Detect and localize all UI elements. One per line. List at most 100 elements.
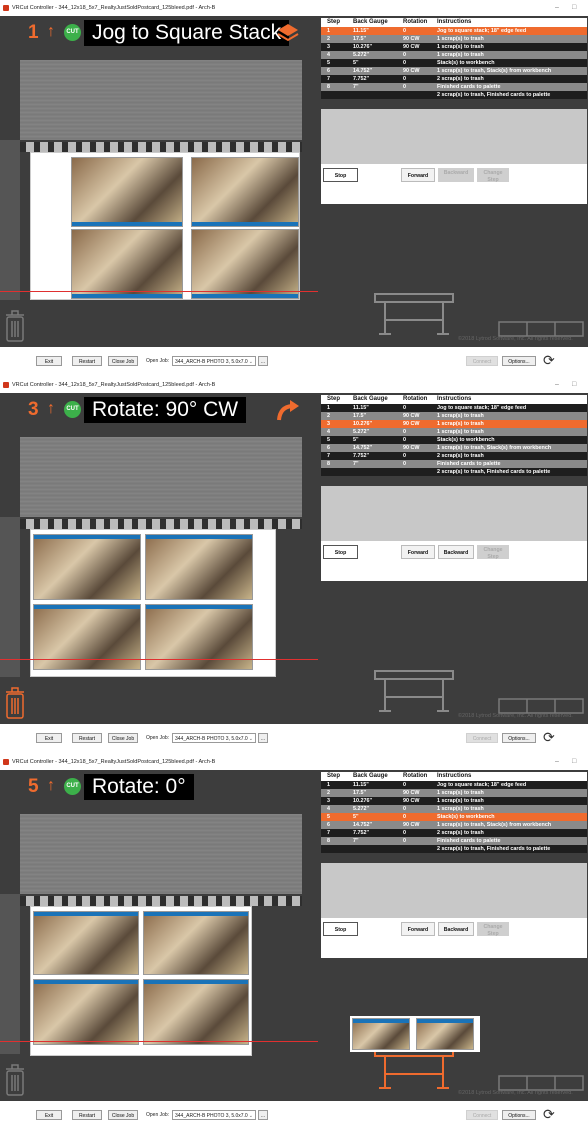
close-job-button[interactable]: Close Job <box>108 733 138 743</box>
stop-button[interactable]: Stop <box>323 545 358 559</box>
table-row[interactable]: 4 5.272" 0 1 scrap(s) to trash <box>321 805 587 813</box>
restart-button[interactable]: Restart <box>72 733 102 743</box>
stop-button[interactable]: Stop <box>323 922 358 936</box>
col-instructions: Instructions <box>437 19 472 25</box>
row-step: 1 <box>327 405 330 411</box>
table-row[interactable]: 5 5" 0 Stack(s) to workbench <box>321 59 587 67</box>
table-row[interactable]: 4 5.272" 0 1 scrap(s) to trash <box>321 428 587 436</box>
col-back-gauge: Back Gauge <box>353 396 388 402</box>
postcard-photo <box>145 604 253 670</box>
exit-button[interactable]: Exit <box>36 1110 62 1120</box>
open-job-select[interactable]: 344_ARCH-B PHOTO 3, 5.0x7.0 ⌄ <box>172 1110 256 1120</box>
table-row[interactable]: 7 7.752" 0 2 scrap(s) to trash <box>321 452 587 460</box>
minimize-button[interactable]: – <box>555 0 559 16</box>
open-job-select[interactable]: 344_ARCH-B PHOTO 3, 5.0x7.0 ⌄ <box>172 356 256 366</box>
exit-button[interactable]: Exit <box>36 733 62 743</box>
browse-button[interactable]: ... <box>258 1110 268 1120</box>
restart-button[interactable]: Restart <box>72 1110 102 1120</box>
close-job-button[interactable]: Close Job <box>108 356 138 366</box>
table-row[interactable]: 6 14.752" 90 CW 1 scrap(s) to trash, Stack(… <box>321 67 587 75</box>
minimize-button[interactable]: – <box>555 754 559 770</box>
options-button[interactable]: Options... <box>502 356 536 366</box>
table-row[interactable]: 1 11.15" 0 Jog to square stack; 18" edge fe… <box>321 27 587 35</box>
row-back-gauge: 11.15" <box>353 782 369 788</box>
table-row[interactable]: 8 7" 0 Finished cards to palette <box>321 837 587 845</box>
table-row[interactable]: 2 17.5" 90 CW 1 scrap(s) to trash <box>321 789 587 797</box>
connect-button[interactable]: Connect <box>466 356 498 366</box>
minimize-button[interactable]: – <box>555 377 559 393</box>
stop-button[interactable]: Stop <box>323 168 358 182</box>
table-row[interactable]: 8 7" 0 Finished cards to palette <box>321 460 587 468</box>
step-header: 1 ↑ CUT Jog to Square Stack <box>20 20 302 46</box>
maximize-button[interactable]: □ <box>572 754 576 770</box>
maximize-button[interactable]: □ <box>572 0 576 16</box>
table-row[interactable]: 2 17.5" 90 CW 1 scrap(s) to trash <box>321 412 587 420</box>
open-job-value: 344_ARCH-B PHOTO 3, 5.0x7.0 <box>175 359 248 365</box>
refresh-icon[interactable]: ⟳ <box>543 729 555 746</box>
table-row[interactable]: 7 7.752" 0 2 scrap(s) to trash <box>321 829 587 837</box>
cut-badge: CUT <box>64 778 81 795</box>
row-back-gauge: 7.752" <box>353 76 370 82</box>
postcard-caption-bar <box>192 222 298 226</box>
row-step: 6 <box>327 822 330 828</box>
row-back-gauge: 17.5" <box>353 36 367 42</box>
postcard-caption-bar <box>72 222 182 226</box>
table-body: 1 11.15" 0 Jog to square stack; 18" edge fe… <box>321 781 587 853</box>
table-row[interactable]: 1 11.15" 0 Jog to square stack; 18" edge fe… <box>321 781 587 789</box>
row-rotation: 0 <box>403 814 406 820</box>
col-instructions: Instructions <box>437 396 472 402</box>
restart-button[interactable]: Restart <box>72 356 102 366</box>
backward-button[interactable]: Backward <box>438 545 474 559</box>
row-instruction: 1 scrap(s) to trash <box>437 798 484 804</box>
open-job-select[interactable]: 344_ARCH-B PHOTO 3, 5.0x7.0 ⌄ <box>172 733 256 743</box>
row-instruction: 2 scrap(s) to trash <box>437 76 484 82</box>
browse-button[interactable]: ... <box>258 733 268 743</box>
cut-line <box>0 291 318 292</box>
table-row[interactable]: 8 7" 0 Finished cards to palette <box>321 83 587 91</box>
backward-button[interactable]: Backward <box>438 922 474 936</box>
table-row[interactable]: 3 10.276" 90 CW 1 scrap(s) to trash <box>321 797 587 805</box>
forward-button[interactable]: Forward <box>401 168 435 182</box>
connect-button[interactable]: Connect <box>466 1110 498 1120</box>
table-header: Step Back Gauge Rotation Instructions <box>321 18 587 27</box>
instructions-panel: Step Back Gauge Rotation Instructions 11… <box>318 16 588 347</box>
table-row[interactable]: 2 scrap(s) to trash, Finished cards to p… <box>321 468 587 476</box>
table-row[interactable]: 2 scrap(s) to trash, Finished cards to p… <box>321 845 587 853</box>
col-rotation: Rotation <box>403 396 428 402</box>
table-row[interactable]: 2 17.5" 90 CW 1 scrap(s) to trash <box>321 35 587 43</box>
forward-button[interactable]: Forward <box>401 922 435 936</box>
table-row[interactable]: 4 5.272" 0 1 scrap(s) to trash <box>321 51 587 59</box>
table-row[interactable]: 6 14.752" 90 CW 1 scrap(s) to trash, Stack(… <box>321 444 587 452</box>
table-row[interactable]: 1 11.15" 0 Jog to square stack; 18" edge fe… <box>321 404 587 412</box>
table-row[interactable]: 6 14.752" 90 CW 1 scrap(s) to trash, Stack(… <box>321 821 587 829</box>
options-button[interactable]: Options... <box>502 733 536 743</box>
open-job-label: Open Job: <box>146 358 170 364</box>
maximize-button[interactable]: □ <box>572 377 576 393</box>
table-row[interactable]: 7 7.752" 0 2 scrap(s) to trash <box>321 75 587 83</box>
change-step-button[interactable]: Change Step <box>477 922 509 937</box>
table-row[interactable]: 2 scrap(s) to trash, Finished cards to p… <box>321 91 587 99</box>
row-step: 2 <box>327 36 330 42</box>
table-row[interactable]: 3 10.276" 90 CW 1 scrap(s) to trash <box>321 420 587 428</box>
refresh-icon[interactable]: ⟳ <box>543 1106 555 1123</box>
postcard-photo <box>191 157 299 227</box>
row-back-gauge: 5.272" <box>353 806 370 812</box>
exit-button[interactable]: Exit <box>36 356 62 366</box>
row-step: 3 <box>327 421 330 427</box>
table-row[interactable]: 3 10.276" 90 CW 1 scrap(s) to trash <box>321 43 587 51</box>
options-button[interactable]: Options... <box>502 1110 536 1120</box>
table-row[interactable]: 5 5" 0 Stack(s) to workbench <box>321 813 587 821</box>
close-job-button[interactable]: Close Job <box>108 1110 138 1120</box>
forward-button[interactable]: Forward <box>401 545 435 559</box>
backward-button[interactable]: Backward <box>438 168 474 182</box>
table-header: Step Back Gauge Rotation Instructions <box>321 772 587 781</box>
col-rotation: Rotation <box>403 773 428 779</box>
row-instruction: 2 scrap(s) to trash, Finished cards to p… <box>437 846 551 852</box>
table-row[interactable]: 5 5" 0 Stack(s) to workbench <box>321 436 587 444</box>
browse-button[interactable]: ... <box>258 356 268 366</box>
postcard-photo <box>145 534 253 600</box>
change-step-button[interactable]: Change Step <box>477 168 509 183</box>
change-step-button[interactable]: Change Step <box>477 545 509 560</box>
connect-button[interactable]: Connect <box>466 733 498 743</box>
refresh-icon[interactable]: ⟳ <box>543 352 555 369</box>
